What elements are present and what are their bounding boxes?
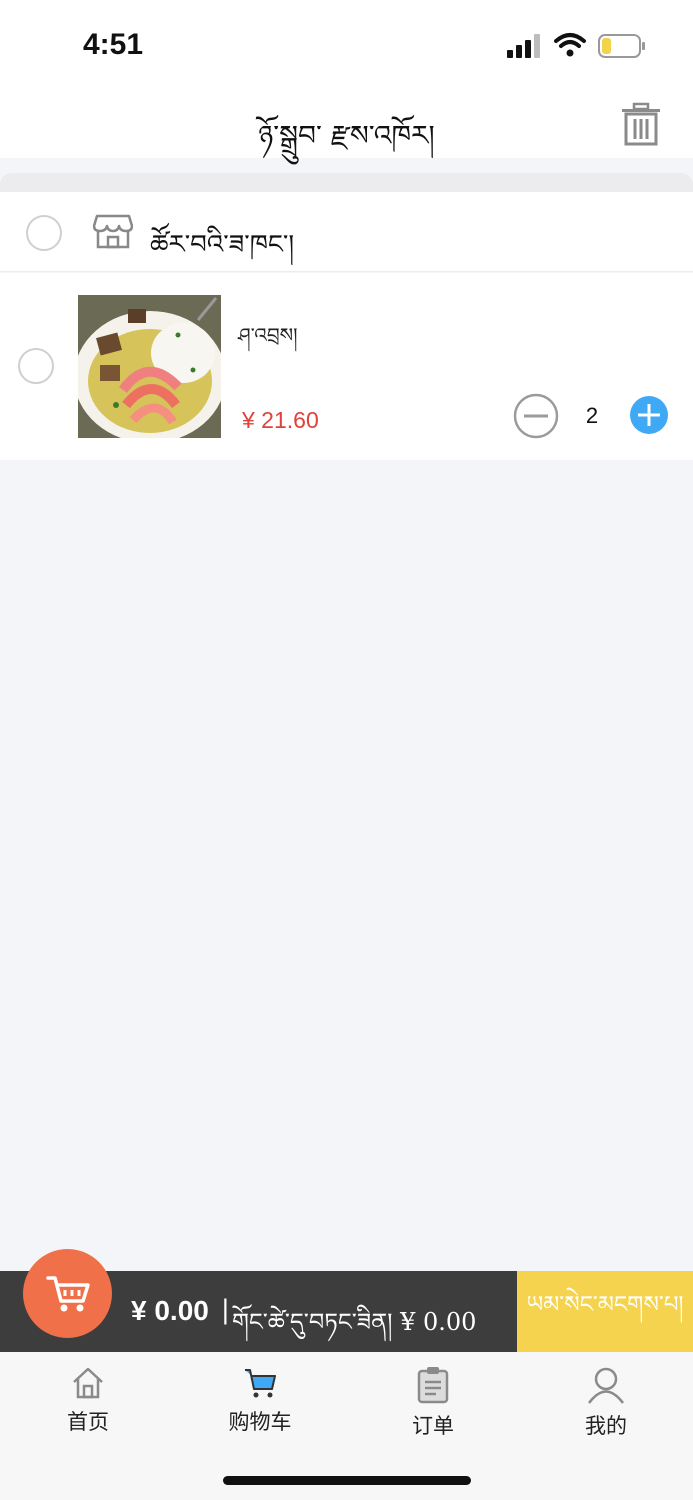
item-price: ¥ 21.60 — [242, 407, 319, 433]
battery-icon — [598, 34, 645, 58]
tab-cart[interactable]: 购物车 — [200, 1366, 320, 1436]
food-image[interactable] — [78, 295, 221, 438]
separator: | — [221, 1295, 230, 1325]
cart-icon — [45, 1275, 90, 1311]
decrease-quantity-button[interactable] — [513, 393, 559, 439]
home-icon — [73, 1367, 103, 1399]
cart-button[interactable] — [23, 1249, 112, 1338]
wifi-icon — [554, 33, 586, 57]
item-select-radio[interactable] — [18, 348, 54, 384]
status-time: 4:51 — [83, 28, 144, 61]
total-price: ¥ 0.00 — [131, 1295, 209, 1326]
cart-icon — [245, 1369, 276, 1398]
increase-quantity-button[interactable] — [629, 395, 669, 435]
checkout-button[interactable]: ཡམ་སེང་མངགས་པ། — [517, 1271, 693, 1352]
home-indicator — [223, 1476, 471, 1485]
tab-profile[interactable]: 我的 — [546, 1366, 666, 1440]
tab-cart-label: 购物车 — [228, 1410, 292, 1434]
clipboard-icon — [417, 1367, 449, 1404]
tab-orders-label: 订单 — [412, 1414, 454, 1438]
page-title: ཉོ་སྒྲུབ་ རྫས་འཁོར། — [258, 119, 435, 152]
shop-select-radio[interactable] — [26, 215, 62, 251]
trash-icon[interactable] — [620, 102, 662, 146]
item-name[interactable]: ཤ་འབྲས། — [238, 313, 298, 369]
cart-item: ཤ་འབྲས། ¥ 21.60 2 — [0, 273, 693, 460]
user-icon — [587, 1367, 625, 1404]
tab-home[interactable]: 首页 — [28, 1366, 148, 1436]
tab-profile-label: 我的 — [585, 1414, 627, 1438]
status-bar: 4:51 — [0, 0, 693, 90]
store-icon — [93, 214, 133, 249]
quantity-value: 2 — [585, 403, 599, 428]
signal-icon — [507, 34, 540, 58]
nav-bar: ཉོ་སྒྲུབ་ རྫས་འཁོར། — [0, 90, 693, 158]
tab-home-label: 首页 — [67, 1410, 109, 1434]
tab-orders[interactable]: 订单 — [373, 1366, 493, 1440]
shop-header: ཚོར་བའི་ཟ་ཁང་། — [0, 192, 693, 272]
